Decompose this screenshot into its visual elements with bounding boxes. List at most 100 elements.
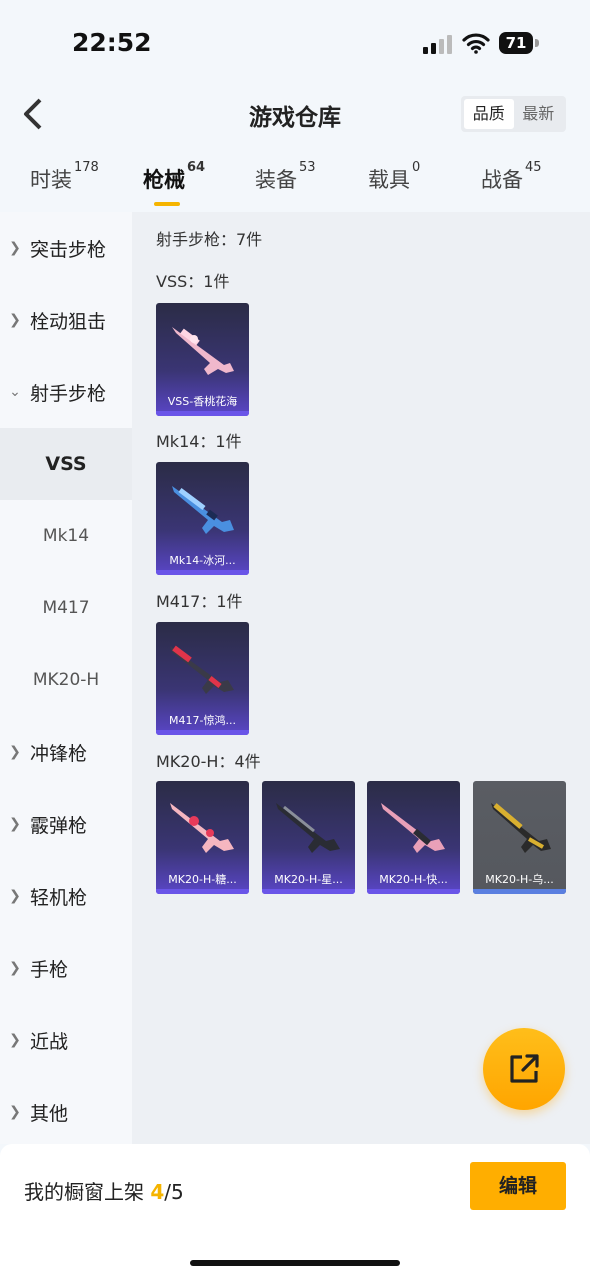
rarity-bar [262, 889, 355, 894]
sidebar: ❯ 突击步枪 ❯ 栓动狙击 ⌄ 射手步枪 VSS Mk14 M417 MK20-H ❯… [0, 212, 132, 1144]
status-time: 22:52 [72, 28, 152, 57]
rarity-bar [367, 889, 460, 894]
sidebar-item-label: 手枪 [30, 958, 69, 981]
rarity-bar [156, 411, 249, 416]
item-grid: 射手步枪：7件 VSS：1件 VSS-香桃花海 Mk14：1件 Mk14-冰河.… [132, 212, 590, 1144]
category-count-header: 射手步枪：7件 [156, 230, 263, 249]
chevron-right-icon: ❯ [9, 312, 21, 328]
nav-bar: 游戏仓库 品质 最新 [0, 86, 590, 146]
item-name: MK20-H-乌... [485, 873, 554, 886]
battery-tip [535, 39, 539, 47]
wifi-icon [462, 33, 490, 54]
chevron-right-icon: ❯ [9, 888, 21, 904]
tab-label: 时装 [30, 168, 72, 192]
sidebar-subitem-m417[interactable]: M417 [0, 572, 132, 644]
tab-count: 0 [412, 160, 421, 175]
sidebar-subitem-mk14[interactable]: Mk14 [0, 500, 132, 572]
chevron-down-icon: ⌄ [9, 384, 21, 400]
tab-vehicles[interactable]: 载具0 [368, 160, 420, 194]
rarity-bar [156, 889, 249, 894]
item-name: VSS-香桃花海 [167, 395, 238, 408]
tab-label: 装备 [255, 168, 297, 192]
showcase-status: 我的橱窗上架 4/5 [24, 1176, 184, 1205]
external-link-icon [510, 1054, 539, 1083]
item-name: M417-惊鸿... [169, 714, 236, 727]
sidebar-item-smg[interactable]: ❯ 冲锋枪 [0, 716, 132, 788]
sidebar-item-label: 射手步枪 [30, 382, 107, 405]
sidebar-item-other[interactable]: ❯ 其他 [0, 1076, 132, 1148]
rifle-icon [381, 803, 445, 853]
chevron-right-icon: ❯ [9, 960, 21, 976]
sidebar-item-melee[interactable]: ❯ 近战 [0, 1004, 132, 1076]
item-card[interactable]: MK20-H-快... [367, 781, 460, 894]
group-header-vss: VSS：1件 [156, 272, 230, 291]
sidebar-subitem-mk20h[interactable]: MK20-H [0, 644, 132, 716]
chevron-right-icon: ❯ [9, 240, 21, 256]
tab-equipment[interactable]: 装备53 [255, 160, 316, 194]
item-name: MK20-H-星... [274, 873, 343, 886]
item-card[interactable]: Mk14-冰河... [156, 462, 249, 575]
sidebar-item-label: 霰弹枪 [30, 814, 88, 837]
chevron-right-icon: ❯ [9, 744, 21, 760]
sort-latest-button[interactable]: 最新 [514, 99, 564, 129]
tab-label: 载具 [368, 168, 410, 192]
rifle-icon [170, 803, 234, 853]
chevron-right-icon: ❯ [9, 816, 21, 832]
sidebar-item-pistol[interactable]: ❯ 手枪 [0, 932, 132, 1004]
home-indicator [190, 1260, 400, 1266]
item-card[interactable]: MK20-H-糖... [156, 781, 249, 894]
item-name: MK20-H-快... [379, 873, 448, 886]
tab-count: 53 [299, 160, 316, 175]
tab-label: 枪械 [143, 168, 185, 192]
share-button[interactable] [483, 1028, 565, 1110]
group-header-mk20h: MK20-H：4件 [156, 752, 261, 771]
tab-fashion[interactable]: 时装178 [30, 160, 99, 194]
signal-icon [423, 34, 453, 54]
bottom-bar: 我的橱窗上架 4/5 编辑 [0, 1144, 590, 1280]
showcase-current-count: 4 [150, 1180, 165, 1204]
category-tabs: 时装178 枪械64 装备53 载具0 战备45 [0, 146, 590, 212]
showcase-label: 我的橱窗上架 [24, 1180, 144, 1204]
sidebar-item-shotgun[interactable]: ❯ 霰弹枪 [0, 788, 132, 860]
item-card[interactable]: MK20-H-乌... [473, 781, 566, 894]
rifle-icon [172, 327, 234, 375]
sidebar-item-label: 其他 [30, 1102, 69, 1125]
tab-supplies[interactable]: 战备45 [481, 160, 542, 194]
sidebar-item-label: 突击步枪 [30, 238, 107, 261]
rifle-icon [491, 803, 551, 853]
group-header-m417: M417：1件 [156, 592, 243, 611]
tab-label: 战备 [481, 168, 523, 192]
sidebar-subitem-vss[interactable]: VSS [0, 428, 132, 500]
sidebar-item-lmg[interactable]: ❯ 轻机枪 [0, 860, 132, 932]
item-card[interactable]: M417-惊鸿... [156, 622, 249, 735]
rifle-icon [172, 486, 234, 534]
tab-count: 64 [187, 160, 206, 175]
sidebar-item-label: 轻机枪 [30, 886, 88, 909]
tab-guns[interactable]: 枪械64 [143, 160, 205, 194]
rarity-bar [473, 889, 566, 894]
item-card[interactable]: MK20-H-星... [262, 781, 355, 894]
status-bar: 22:52 71 [0, 0, 590, 86]
group-header-mk14: Mk14：1件 [156, 432, 242, 451]
rarity-bar [156, 730, 249, 735]
item-card[interactable]: VSS-香桃花海 [156, 303, 249, 416]
tab-count: 178 [74, 160, 99, 175]
rifle-icon [170, 645, 234, 694]
rarity-bar [156, 570, 249, 575]
edit-button[interactable]: 编辑 [470, 1162, 566, 1210]
showcase-total-count: /5 [164, 1180, 184, 1204]
item-name: Mk14-冰河... [169, 554, 236, 567]
battery-icon: 71 [499, 32, 533, 54]
sidebar-item-marksman-rifle[interactable]: ⌄ 射手步枪 [0, 356, 132, 428]
sidebar-item-assault-rifle[interactable]: ❯ 突击步枪 [0, 212, 132, 284]
rifle-icon [276, 803, 340, 853]
item-name: MK20-H-糖... [168, 873, 237, 886]
sidebar-item-label: 冲锋枪 [30, 742, 88, 765]
sort-quality-button[interactable]: 品质 [464, 99, 514, 129]
active-tab-indicator [154, 202, 180, 206]
sort-toggle: 品质 最新 [461, 96, 566, 132]
sidebar-item-label: 栓动狙击 [30, 310, 107, 333]
tab-count: 45 [525, 160, 542, 175]
sidebar-item-bolt-sniper[interactable]: ❯ 栓动狙击 [0, 284, 132, 356]
sidebar-item-label: 近战 [30, 1030, 69, 1053]
